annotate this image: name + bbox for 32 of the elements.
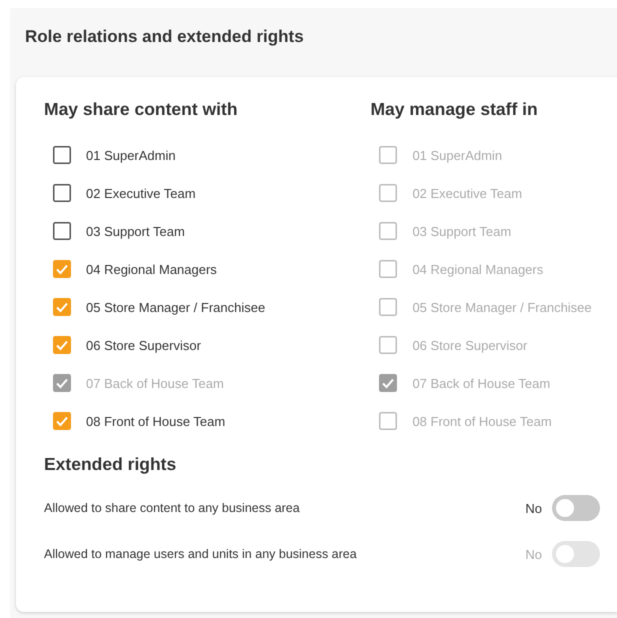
checkbox-label: 03 Support Team [86,224,185,238]
section-heading: May share content with [44,99,239,120]
checkbox-label: 08 Front of House Team [412,414,552,428]
checkbox[interactable] [53,146,71,164]
checkbox-label: 05 Store Manager / Franchisee [412,300,592,314]
checkbox-label: 01 SuperAdmin [412,148,502,162]
checkbox[interactable] [53,222,71,240]
checkbox-label: 02 Executive Team [86,186,196,200]
checkbox-label: 04 Regional Managers [86,262,217,276]
checkbox-label: 02 Executive Team [412,186,522,200]
checkbox-label: 01 SuperAdmin [86,148,176,162]
toggle-value: No [525,500,542,516]
checkbox-label: 04 Regional Managers [412,262,544,276]
checkbox-label: 05 Store Manager / Franchisee [86,300,266,314]
section-heading: Extended rights [44,454,178,475]
section-heading: May manage staff in [370,99,539,120]
checkbox-label: 07 Back of House Team [412,376,550,390]
checkbox[interactable] [53,184,71,202]
checkbox-label: 06 Store Supervisor [412,338,528,352]
checkbox-label: 07 Back of House Team [86,376,224,390]
checkbox[interactable] [53,336,71,354]
setting-label: Allowed to manage users and units in any business area [44,547,358,561]
checkbox-label: 08 Front of House Team [86,414,226,428]
panel-title: Role relations and extended rights [24,26,305,48]
checkbox-label: 03 Support Team [412,224,512,238]
toggle-value: No [525,546,542,562]
setting-label: Allowed to share content to any business area [44,501,301,515]
checkbox[interactable] [53,260,71,278]
checkbox[interactable] [53,412,71,430]
toggle-switch[interactable] [552,495,600,521]
checkbox-label: 06 Store Supervisor [86,338,201,352]
checkbox[interactable] [53,298,71,316]
